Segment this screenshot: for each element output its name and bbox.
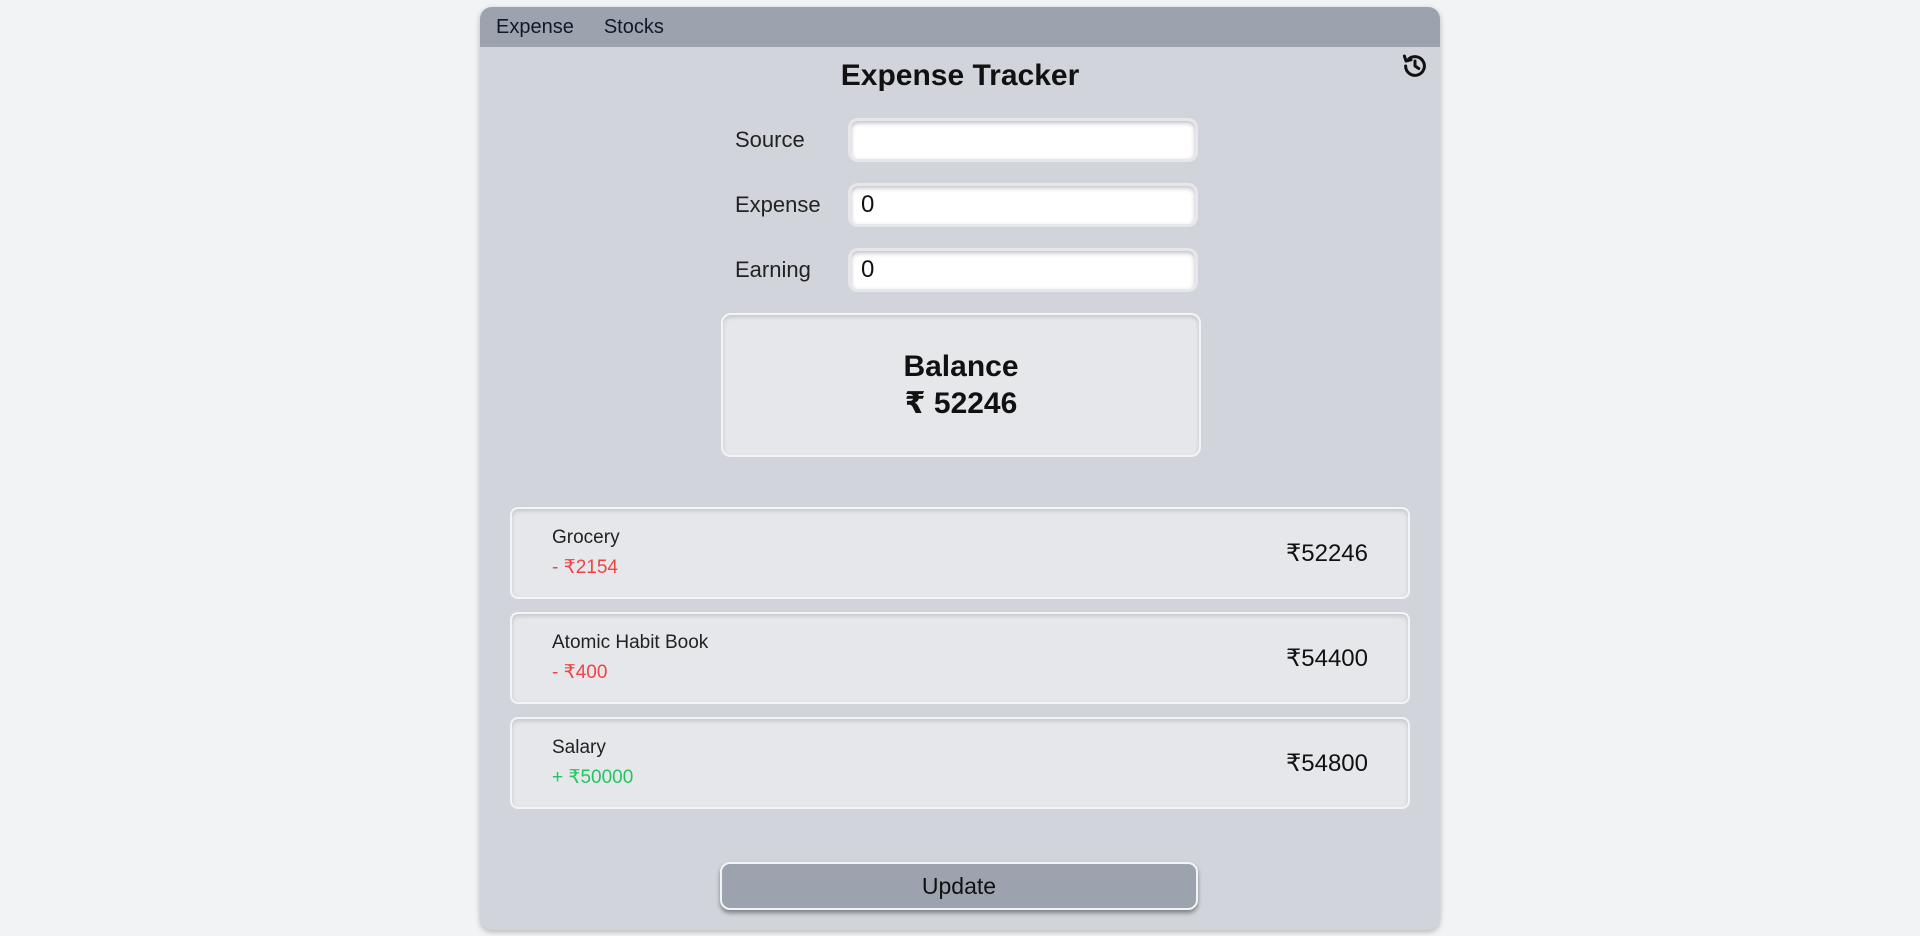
earning-row: Earning	[735, 247, 1196, 293]
list-item-name: Grocery	[552, 527, 620, 548]
list-item[interactable]: Salary + ₹50000 ₹54800	[510, 717, 1410, 809]
list-item-total: ₹54400	[1285, 644, 1368, 672]
balance-card: Balance ₹ 52246	[721, 313, 1201, 457]
source-input[interactable]	[850, 120, 1196, 160]
list-item-total: ₹54800	[1285, 749, 1368, 777]
entry-form: Source Expense Earning	[735, 117, 1196, 312]
list-item-details: Salary + ₹50000	[552, 737, 633, 789]
earning-input[interactable]	[850, 250, 1196, 290]
expense-row: Expense	[735, 182, 1196, 228]
update-button[interactable]: Update	[720, 862, 1198, 910]
list-item-details: Grocery - ₹2154	[552, 527, 620, 579]
expense-label: Expense	[735, 192, 821, 217]
list-item-delta: - ₹2154	[552, 557, 618, 578]
list-item-name: Atomic Habit Book	[552, 632, 709, 653]
earning-label: Earning	[735, 257, 811, 282]
list-item[interactable]: Atomic Habit Book - ₹400 ₹54400	[510, 612, 1410, 704]
source-row: Source	[735, 117, 1196, 163]
list-item-delta: + ₹50000	[552, 767, 634, 788]
tab-stocks[interactable]: Stocks	[604, 16, 664, 39]
expense-tracker-window: Expense Stocks Expense Tracker Source Ex…	[480, 7, 1440, 930]
transaction-list: Grocery - ₹2154 ₹52246 Atomic Habit Book…	[510, 507, 1410, 822]
page-title: Expense Tracker	[840, 59, 1080, 92]
list-item-delta: - ₹400	[552, 662, 608, 683]
list-item-name: Salary	[552, 737, 606, 758]
balance-label: Balance	[903, 349, 1019, 383]
top-nav: Expense Stocks	[480, 7, 1440, 47]
source-label: Source	[735, 127, 805, 152]
list-item-total: ₹52246	[1285, 539, 1368, 567]
list-item[interactable]: Grocery - ₹2154 ₹52246	[510, 507, 1410, 599]
history-icon[interactable]	[1400, 51, 1430, 81]
expense-input[interactable]	[850, 185, 1196, 225]
list-item-details: Atomic Habit Book - ₹400	[552, 632, 708, 684]
balance-amount: ₹ 52246	[904, 386, 1018, 420]
tab-expense[interactable]: Expense	[496, 16, 574, 39]
